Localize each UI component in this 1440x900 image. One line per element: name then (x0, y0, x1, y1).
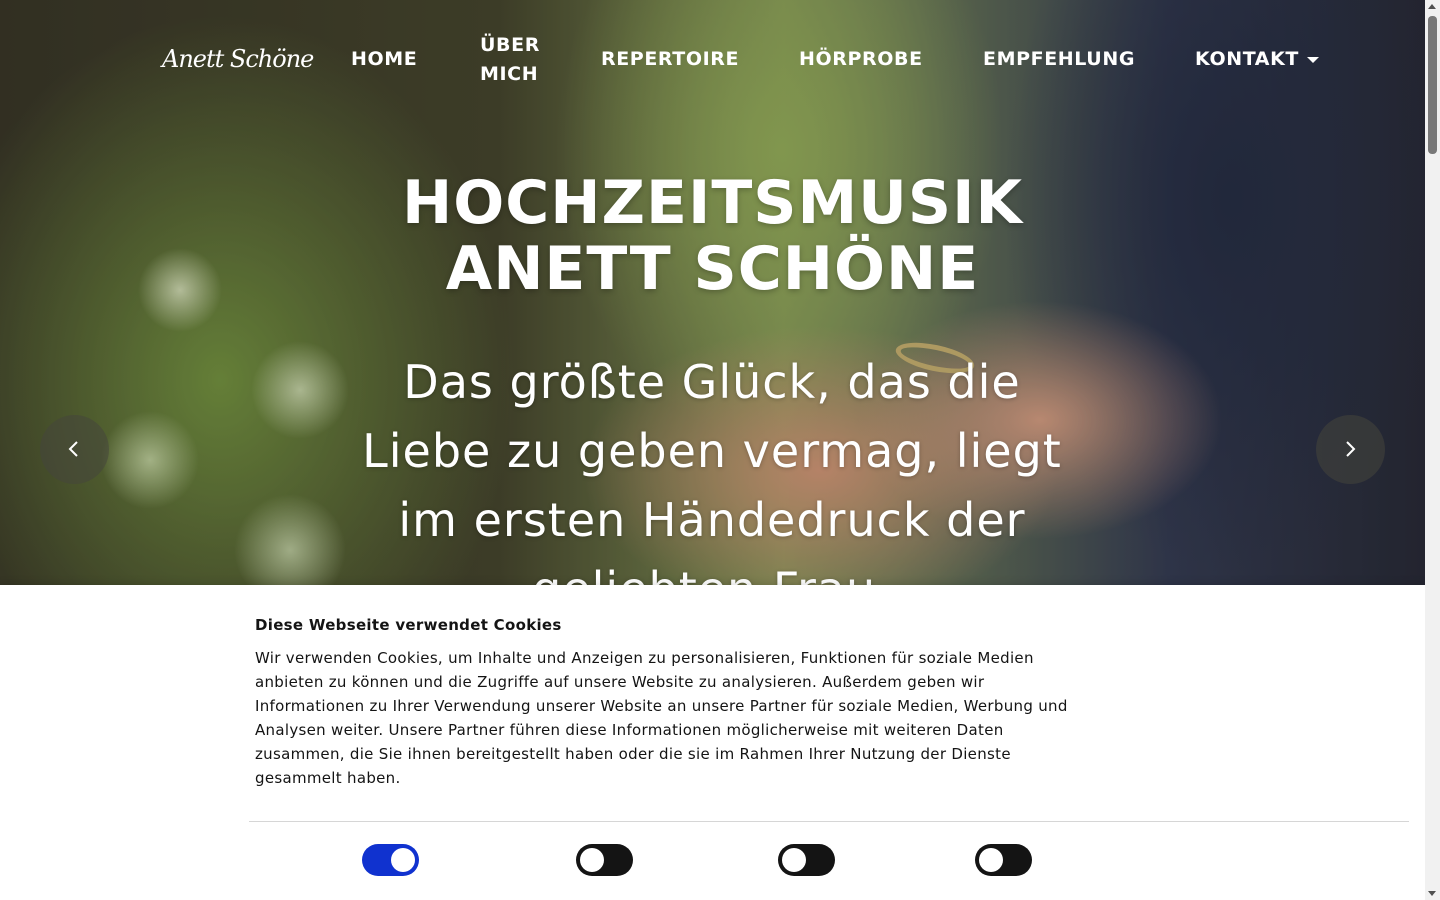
nav-home[interactable]: HOME (351, 45, 417, 74)
cookie-toggle-marketing[interactable] (975, 844, 1032, 876)
cookie-toggle-statistics[interactable] (778, 844, 835, 876)
nav-hoerprobe[interactable]: HÖRPROBE (799, 45, 923, 74)
toggle-knob (391, 848, 415, 872)
main-nav: HOME ÜBER MICH REPERTOIRE HÖRPROBE EMPFE… (0, 0, 1425, 120)
nav-empfehlung[interactable]: EMPFEHLUNG (983, 45, 1135, 74)
cookie-banner-text: Wir verwenden Cookies, um Inhalte und An… (255, 649, 1068, 787)
scrollbar-thumb[interactable] (1428, 16, 1437, 154)
toggle-knob (580, 848, 604, 872)
hero-title: HOCHZEITSMUSIK ANETT SCHÖNE (300, 170, 1125, 302)
hero-title-line1: HOCHZEITSMUSIK (402, 168, 1023, 238)
cookie-banner: Diese Webseite verwendet Cookies Wir ver… (0, 585, 1425, 900)
toggle-knob (979, 848, 1003, 872)
nav-kontakt-label: KONTAKT (1195, 48, 1299, 70)
hero-carousel: Anett Schöne HOME ÜBER MICH REPERTOIRE H… (0, 0, 1425, 585)
page-scrollbar[interactable] (1425, 0, 1440, 900)
scroll-up-arrow-icon[interactable] (1428, 4, 1436, 9)
divider (249, 821, 1409, 822)
cookie-toggle-preferences[interactable] (576, 844, 633, 876)
hero-title-line2: ANETT SCHÖNE (445, 234, 980, 304)
carousel-prev-button[interactable] (40, 415, 109, 484)
cookie-banner-title: Diese Webseite verwendet Cookies (255, 616, 562, 634)
chevron-left-icon (68, 441, 78, 457)
chevron-right-icon (1346, 441, 1356, 457)
cookie-toggle-necessary[interactable] (362, 844, 419, 876)
nav-ueber-mich[interactable]: ÜBER MICH (480, 31, 550, 89)
scroll-down-arrow-icon[interactable] (1428, 891, 1436, 896)
hero-quote: Das größte Glück, das die Liebe zu geben… (362, 355, 1062, 585)
nav-ueber-mich-label: ÜBER MICH (480, 34, 540, 85)
nav-repertoire[interactable]: REPERTOIRE (601, 45, 739, 74)
carousel-next-button[interactable] (1316, 415, 1385, 484)
toggle-knob (782, 848, 806, 872)
caret-down-icon (1307, 56, 1319, 63)
nav-kontakt[interactable]: KONTAKT (1195, 45, 1319, 74)
